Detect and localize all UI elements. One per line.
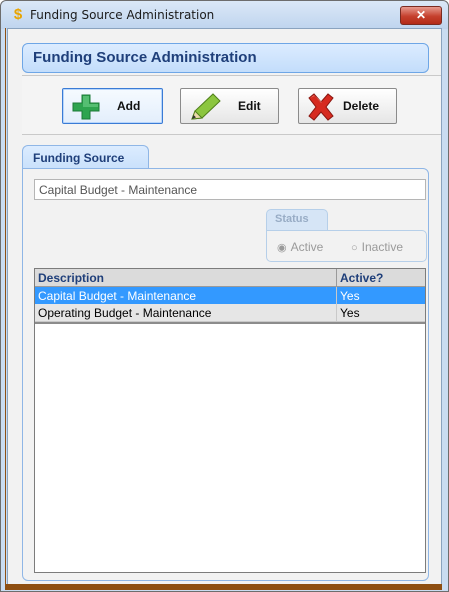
radio-inactive-label: Inactive: [361, 240, 404, 254]
add-label: Add: [117, 99, 141, 113]
table-row[interactable]: Capital Budget - Maintenance Yes: [35, 287, 425, 304]
status-group-tab: Status: [266, 209, 328, 232]
delete-label: Delete: [343, 99, 380, 113]
radio-active[interactable]: ◉ Active: [277, 240, 323, 254]
plus-icon: [72, 94, 100, 120]
window-bottom-edge: [5, 584, 442, 590]
tab-label: Funding Source: [33, 151, 125, 165]
page-title: Funding Source Administration: [33, 49, 257, 66]
delete-button[interactable]: Delete: [298, 88, 397, 124]
column-header-description[interactable]: Description: [35, 269, 337, 286]
status-label: Status: [275, 213, 309, 225]
x-icon: [308, 93, 334, 121]
window-left-edge: [5, 28, 6, 584]
edit-label: Edit: [238, 99, 261, 113]
cell-active: Yes: [340, 289, 360, 303]
status-group: ◉ Active ○ Inactive: [266, 230, 427, 262]
column-header-active[interactable]: Active?: [337, 269, 425, 286]
edit-button[interactable]: Edit: [180, 88, 279, 124]
radio-unselected-icon: ○: [351, 242, 358, 254]
grid-header: Description Active?: [35, 269, 425, 287]
radio-inactive[interactable]: ○ Inactive: [351, 240, 403, 254]
cell-description: Operating Budget - Maintenance: [35, 304, 337, 321]
grid-divider: [35, 322, 425, 324]
funding-source-grid[interactable]: Description Active? Capital Budget - Mai…: [34, 268, 426, 573]
table-row[interactable]: Operating Budget - Maintenance Yes: [35, 304, 425, 322]
title-bar[interactable]: $ Funding Source Administration ✕: [1, 1, 448, 29]
radio-active-label: Active: [290, 240, 324, 254]
cell-description: Capital Budget - Maintenance: [35, 287, 337, 304]
toolbar: Add Edit Delete: [22, 75, 441, 135]
add-button[interactable]: Add: [62, 88, 163, 124]
description-field[interactable]: [34, 179, 426, 200]
pencil-icon: [191, 93, 221, 120]
tab-funding-source[interactable]: Funding Source: [22, 145, 149, 170]
cell-active: Yes: [340, 306, 360, 320]
main-panel: Funding Source Administration Add Edit D…: [7, 28, 442, 586]
window-title: Funding Source Administration: [30, 8, 215, 22]
section-header: Funding Source Administration: [22, 43, 429, 73]
dollar-icon: $: [13, 6, 23, 23]
close-button[interactable]: ✕: [400, 6, 442, 25]
radio-selected-icon: ◉: [277, 242, 287, 254]
